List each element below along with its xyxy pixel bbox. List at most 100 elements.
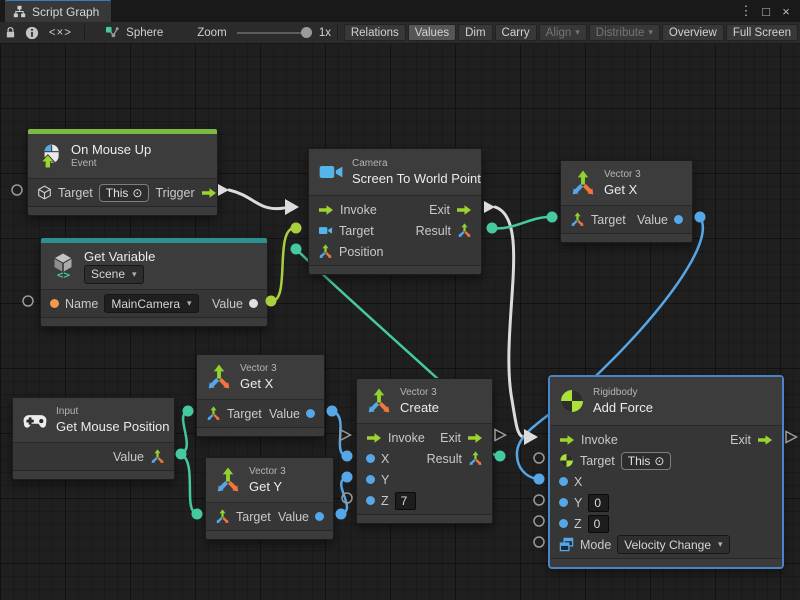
node-subtitle: Event [71, 158, 151, 170]
node-header: Vector 3Get X [561, 161, 692, 206]
dropdown-value: MainCamera [111, 297, 180, 311]
port-label: Value [637, 213, 668, 227]
menu-icon[interactable]: ⋮ [738, 3, 754, 19]
node-footer [550, 558, 782, 567]
target-self-field[interactable]: This⊙ [621, 452, 672, 470]
chevron-down-icon: ▾ [575, 28, 580, 37]
node-title: Get X [604, 182, 641, 197]
close-icon[interactable]: × [778, 4, 794, 19]
toolbar-toggle-align[interactable]: Align▾ [539, 24, 587, 41]
node-get-x-a[interactable]: Vector 3Get XTargetValue [560, 160, 693, 243]
port-label: Invoke [340, 203, 377, 217]
port-row: TargetValue [206, 506, 333, 527]
type-dot-icon [50, 299, 59, 308]
port-label: Target [580, 454, 615, 468]
node-type-label: Rigidbody [593, 387, 653, 399]
port-label: Trigger [155, 186, 194, 200]
cube-icon [37, 185, 52, 200]
node-add-force[interactable]: RigidbodyAdd ForceInvokeExitTargetThis⊙X… [549, 376, 783, 568]
port-row: Z0 [550, 513, 782, 534]
vec3-sm-icon [150, 449, 165, 464]
vector3-icon [366, 388, 392, 414]
port-row-right: Value [212, 297, 258, 311]
toolbar-toggle-distribute[interactable]: Distribute▾ [589, 24, 660, 41]
node-get-mouse-position[interactable]: InputGet Mouse PositionValue [12, 397, 175, 480]
node-ports-area: TargetValue [561, 206, 692, 233]
tab-bar: Script Graph ⋮ □ × [0, 0, 800, 22]
lock-icon[interactable] [0, 23, 21, 42]
breadcrumb[interactable]: Sphere [105, 25, 163, 40]
node-get-x-b[interactable]: Vector 3Get XTargetValue [196, 354, 325, 437]
port-label: Exit [429, 203, 450, 217]
vec3-sm-icon [215, 509, 230, 524]
flow-arrow-icon [559, 434, 575, 446]
node-header: CameraScreen To World Point [309, 149, 481, 196]
node-title: Create [400, 400, 439, 415]
node-footer [206, 530, 333, 539]
chevron-down-icon: ▾ [187, 298, 192, 309]
value-field[interactable]: 0 [588, 494, 609, 512]
vector3-icon [206, 364, 232, 390]
node-create[interactable]: Vector 3CreateInvokeExitXResultYZ7 [356, 378, 493, 524]
zoom-slider[interactable] [237, 32, 307, 34]
node-get-variable[interactable]: <>Get VariableScene▾NameMainCamera▾Value [40, 237, 268, 327]
node-header: On Mouse UpEvent [28, 134, 217, 179]
port-row: ModeVelocity Change▾ [550, 534, 782, 555]
type-dot-icon [306, 409, 315, 418]
value-field[interactable]: 0 [588, 515, 609, 533]
vector3-icon [366, 388, 392, 414]
node-titles: Vector 3Create [400, 387, 439, 415]
maximize-icon[interactable]: □ [758, 4, 774, 19]
tab-script-graph[interactable]: Script Graph [5, 0, 111, 22]
dropdown[interactable]: MainCamera ▾ [104, 294, 198, 313]
toggle-label: Values [415, 27, 449, 39]
port-row: TargetResult [309, 220, 481, 241]
port-row-right: Value [113, 449, 165, 464]
node-title: Add Force [593, 400, 653, 415]
port-label: Invoke [388, 431, 425, 445]
node-get-y[interactable]: Vector 3Get Y TargetValue [205, 457, 334, 540]
tab-title: Script Graph [32, 5, 99, 19]
variable-scope-dropdown[interactable]: Scene▾ [84, 265, 144, 284]
svg-text:<>: <> [57, 269, 71, 280]
node-on-mouse-up[interactable]: On Mouse UpEventTargetThis⊙Trigger [27, 128, 218, 216]
rigidbody-icon [559, 388, 585, 414]
target-self-field[interactable]: This⊙ [99, 184, 150, 202]
toolbar-toggle-values[interactable]: Values [408, 24, 456, 41]
code-view-button[interactable]: <×> [42, 27, 78, 39]
node-footer [41, 317, 267, 326]
zoom-slider-knob[interactable] [301, 27, 312, 38]
flow-icon [366, 432, 382, 444]
toggle-label: Overview [669, 27, 717, 39]
node-screen-to-world-point[interactable]: CameraScreen To World Point Invoke Exit Tar… [308, 148, 482, 275]
port-row: Y0 [550, 492, 782, 513]
flow-arrow-icon [366, 432, 382, 444]
node-header: Vector 3Get Y [206, 458, 333, 503]
toolbar-toggle-dim[interactable]: Dim [458, 24, 492, 41]
port-label: X [574, 475, 582, 489]
vec3-sm-icon [457, 223, 472, 238]
variable-icon: <> [50, 253, 76, 279]
toolbar-toggle-relations[interactable]: Relations [344, 24, 406, 41]
port-row-right: Exit [730, 433, 773, 447]
info-icon[interactable] [21, 23, 42, 42]
vec3-sm-icon [150, 449, 165, 464]
value-field[interactable]: 7 [395, 492, 416, 510]
port-label: Exit [730, 433, 751, 447]
dropdown[interactable]: Velocity Change▾ [617, 535, 729, 554]
flow-arrow-icon [318, 204, 334, 216]
toolbar-toggle-carry[interactable]: Carry [495, 24, 537, 41]
type-dot-icon [559, 519, 568, 528]
node-title: Get X [240, 376, 277, 391]
node-footer [357, 514, 492, 523]
enum-icon [559, 537, 574, 552]
toggle-label: Full Screen [733, 27, 791, 39]
toolbar-toggle-full-screen[interactable]: Full Screen [726, 24, 798, 41]
vector3-icon [570, 170, 596, 196]
camera-icon [318, 159, 344, 185]
window-controls: ⋮ □ × [738, 3, 800, 22]
node-titles: On Mouse UpEvent [71, 142, 151, 170]
toolbar-toggle-overview[interactable]: Overview [662, 24, 724, 41]
vec3-sm-icon [570, 212, 585, 227]
node-footer [561, 233, 692, 242]
